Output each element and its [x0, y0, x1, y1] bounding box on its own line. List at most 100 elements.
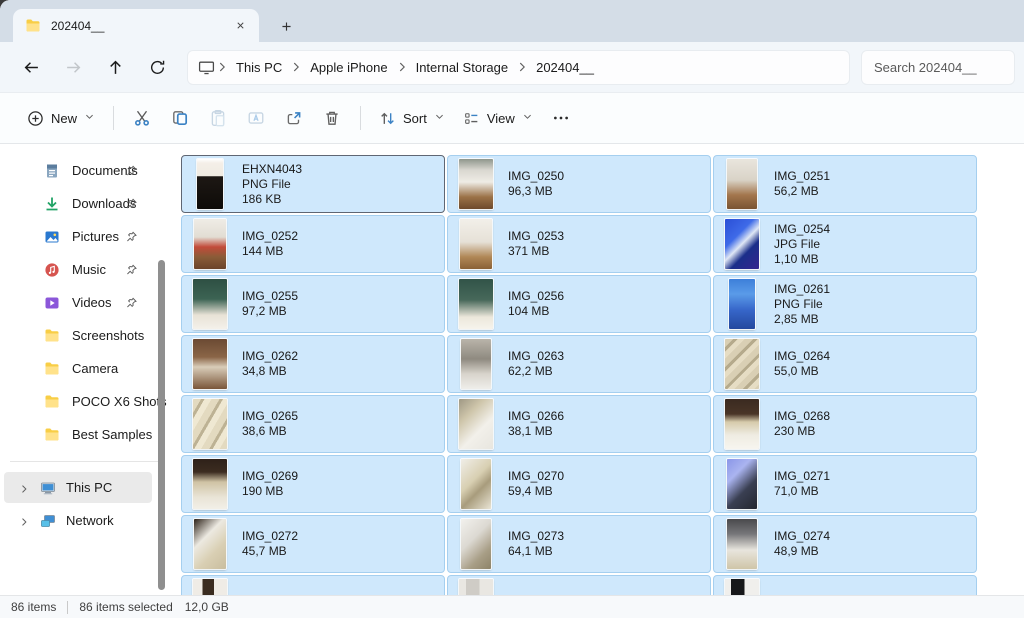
file-tile-IMG_0269[interactable]: IMG_0269190 MB: [181, 455, 445, 513]
paste-button[interactable]: [199, 100, 237, 136]
file-size: 144 MB: [242, 244, 298, 259]
file-thumbnail: [190, 219, 230, 269]
share-button[interactable]: [275, 100, 313, 136]
file-tile-IMG_0263[interactable]: IMG_026362,2 MB: [447, 335, 711, 393]
file-tile-IMG_0253[interactable]: IMG_0253371 MB: [447, 215, 711, 273]
sidebar-item-best-samples[interactable]: Best Samples: [4, 418, 164, 451]
tab-close-icon[interactable]: [229, 15, 251, 37]
sidebar-tree-this-pc[interactable]: This PC: [4, 472, 152, 503]
rename-button[interactable]: [237, 100, 275, 136]
file-tile-IMG_0252[interactable]: IMG_0252144 MB: [181, 215, 445, 273]
file-tile-IMG_0272[interactable]: IMG_027245,7 MB: [181, 515, 445, 573]
thumbnail-image: [459, 399, 493, 449]
file-info: IMG_025096,3 MB: [508, 169, 564, 199]
sidebar-item-documents[interactable]: Documents: [4, 154, 164, 187]
chevron-down-icon: [522, 109, 533, 127]
file-size: 38,6 MB: [242, 424, 298, 439]
breadcrumb-item[interactable]: Apple iPhone: [303, 56, 394, 79]
sidebar-item-music[interactable]: Music: [4, 253, 164, 286]
file-tile-partial[interactable]: [181, 575, 445, 595]
file-name: IMG_0262: [242, 349, 298, 364]
folder-icon: [44, 328, 60, 344]
file-tile-IMG_0264[interactable]: IMG_026455,0 MB: [713, 335, 977, 393]
sidebar-tree-network[interactable]: Network: [4, 505, 152, 536]
explorer-tab[interactable]: 202404__: [13, 9, 259, 42]
thumbnail-image: [725, 579, 759, 595]
chevron-right-icon[interactable]: [18, 482, 30, 494]
file-tile-EHXN4043[interactable]: EHXN4043PNG File186 KB: [181, 155, 445, 213]
new-tab-button[interactable]: [274, 14, 298, 38]
sidebar-scrollbar[interactable]: [158, 260, 165, 590]
file-tile-partial[interactable]: [713, 575, 977, 595]
file-tile-IMG_0268[interactable]: IMG_0268230 MB: [713, 395, 977, 453]
sidebar-item-videos[interactable]: Videos: [4, 286, 164, 319]
file-tile-IMG_0261[interactable]: IMG_0261PNG File2,85 MB: [713, 275, 977, 333]
back-button[interactable]: [14, 50, 48, 84]
toolbar-divider: [360, 106, 361, 130]
file-tile-IMG_0255[interactable]: IMG_025597,2 MB: [181, 275, 445, 333]
file-size: 48,9 MB: [774, 544, 830, 559]
file-tile-IMG_0274[interactable]: IMG_027448,9 MB: [713, 515, 977, 573]
file-tile-IMG_0254[interactable]: IMG_0254JPG File1,10 MB: [713, 215, 977, 273]
status-bar: 86 items 86 items selected 12,0 GB: [0, 595, 1024, 618]
sidebar: DocumentsDownloadsPicturesMusicVideosScr…: [0, 144, 168, 595]
sidebar-item-downloads[interactable]: Downloads: [4, 187, 164, 220]
view-button[interactable]: View: [454, 100, 542, 136]
tab-strip: 202404__: [0, 0, 1024, 42]
documents-icon: [44, 163, 60, 179]
refresh-button[interactable]: [140, 50, 174, 84]
file-name: IMG_0270: [508, 469, 564, 484]
address-bar[interactable]: This PC Apple iPhone Internal Storage 20240…: [188, 51, 849, 84]
search-input[interactable]: Search 202404__: [862, 51, 1014, 84]
thumbnail-image: [725, 219, 759, 269]
file-name: IMG_0253: [508, 229, 564, 244]
file-tile-IMG_0270[interactable]: IMG_027059,4 MB: [447, 455, 711, 513]
file-info: IMG_026538,6 MB: [242, 409, 298, 439]
file-tile-IMG_0265[interactable]: IMG_026538,6 MB: [181, 395, 445, 453]
file-tile-IMG_0266[interactable]: IMG_026638,1 MB: [447, 395, 711, 453]
file-thumbnail: [456, 459, 496, 509]
file-thumbnail: [722, 399, 762, 449]
file-info: IMG_0256104 MB: [508, 289, 564, 319]
items-count: 86 items: [11, 600, 56, 614]
file-thumbnail: [190, 459, 230, 509]
copy-button[interactable]: [161, 100, 199, 136]
pin-icon: [125, 230, 138, 243]
sidebar-item-camera[interactable]: Camera: [4, 352, 164, 385]
sidebar-item-poco-x6-shots[interactable]: POCO X6 Shots: [4, 385, 164, 418]
file-tile-IMG_0262[interactable]: IMG_026234,8 MB: [181, 335, 445, 393]
sidebar-item-pictures[interactable]: Pictures: [4, 220, 164, 253]
file-tile-IMG_0256[interactable]: IMG_0256104 MB: [447, 275, 711, 333]
file-tile-IMG_0250[interactable]: IMG_025096,3 MB: [447, 155, 711, 213]
breadcrumb-item[interactable]: Internal Storage: [409, 56, 516, 79]
thumbnail-image: [193, 579, 227, 595]
sidebar-item-screenshots[interactable]: Screenshots: [4, 319, 164, 352]
file-tile-IMG_0251[interactable]: IMG_025156,2 MB: [713, 155, 977, 213]
pin-icon: [125, 296, 138, 309]
file-size: 34,8 MB: [242, 364, 298, 379]
forward-button[interactable]: [56, 50, 90, 84]
file-thumbnail: [722, 579, 762, 595]
cut-button[interactable]: [123, 100, 161, 136]
file-tile-IMG_0271[interactable]: IMG_027171,0 MB: [713, 455, 977, 513]
delete-button[interactable]: [313, 100, 351, 136]
file-thumbnail: [722, 219, 762, 269]
file-thumbnail: [456, 279, 496, 329]
breadcrumb-item[interactable]: This PC: [229, 56, 289, 79]
sort-button[interactable]: Sort: [370, 100, 454, 136]
up-button[interactable]: [98, 50, 132, 84]
file-info: IMG_027448,9 MB: [774, 529, 830, 559]
new-button[interactable]: New: [18, 100, 104, 136]
more-options-button[interactable]: [542, 100, 580, 136]
file-tile-partial[interactable]: [447, 575, 711, 595]
thumbnail-image: [727, 159, 757, 209]
file-size: 104 MB: [508, 304, 564, 319]
file-tile-IMG_0273[interactable]: IMG_027364,1 MB: [447, 515, 711, 573]
thumbnail-image: [459, 159, 493, 209]
file-info: IMG_027364,1 MB: [508, 529, 564, 559]
file-thumbnail: [190, 579, 230, 595]
file-thumbnail: [722, 159, 762, 209]
breadcrumb-item[interactable]: 202404__: [529, 56, 601, 79]
chevron-right-icon[interactable]: [18, 515, 30, 527]
search-placeholder: Search 202404__: [874, 60, 977, 75]
